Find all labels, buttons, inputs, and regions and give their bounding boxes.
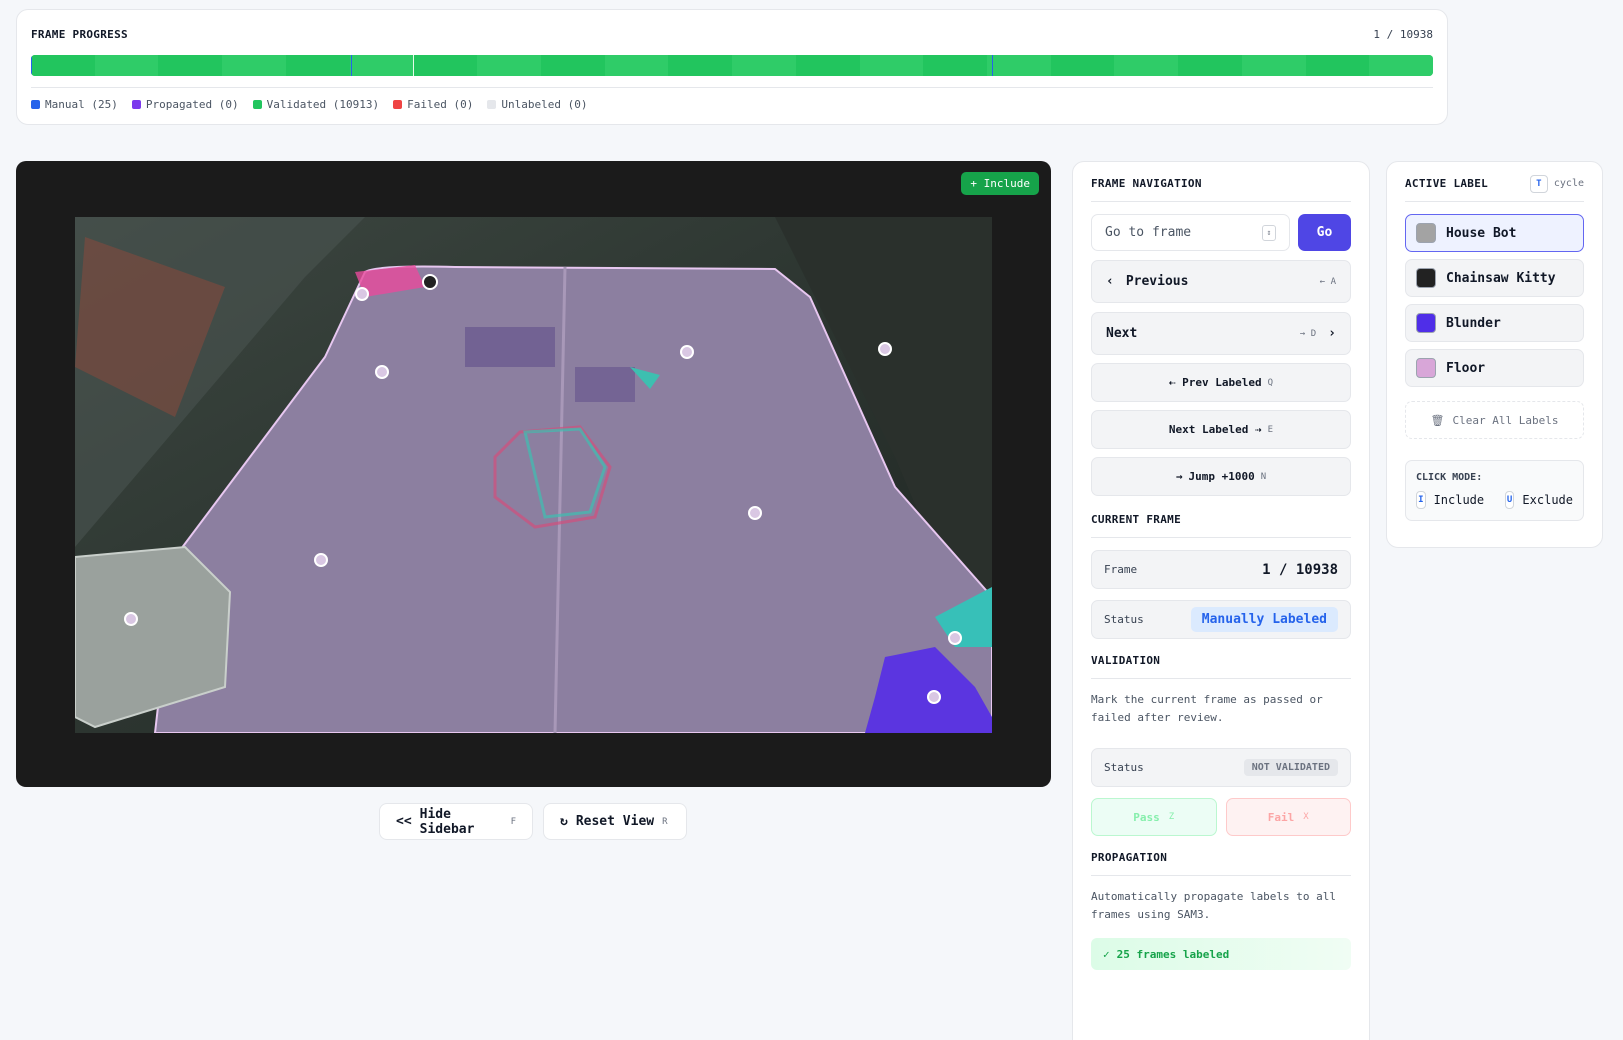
- frame-navigation-title: FRAME NAVIGATION: [1091, 177, 1202, 190]
- next-button[interactable]: Next → D ›: [1091, 312, 1351, 355]
- frame-viewer[interactable]: + Include: [16, 161, 1051, 787]
- next-labeled-key: E: [1267, 424, 1274, 435]
- next-label: Next: [1106, 326, 1138, 341]
- cycle-key: T: [1529, 174, 1548, 193]
- progress-marker: [351, 55, 352, 76]
- label-name: Chainsaw Kitty: [1446, 270, 1556, 286]
- active-label-panel: ACTIVE LABEL T cycle House Bot Chainsaw …: [1386, 161, 1603, 548]
- trash-icon: 🗑: [1430, 413, 1445, 427]
- go-button[interactable]: Go: [1298, 214, 1351, 251]
- fail-key: X: [1303, 812, 1309, 822]
- cycle-hint: T cycle: [1529, 174, 1584, 193]
- frame-progress-title: FRAME PROGRESS: [31, 27, 128, 41]
- prev-labeled-button[interactable]: ⇠ Prev Labeled Q: [1091, 363, 1351, 402]
- hide-sidebar-key: F: [510, 816, 516, 827]
- label-name: House Bot: [1446, 225, 1517, 241]
- reset-view-key: R: [662, 816, 668, 827]
- prev-labeled-key: Q: [1267, 377, 1274, 388]
- label-name: Blunder: [1446, 315, 1501, 331]
- jump-button[interactable]: → Jump +1000 N: [1091, 457, 1351, 496]
- prev-labeled-label: ⇠ Prev Labeled: [1168, 376, 1262, 389]
- status-badge: Manually Labeled: [1190, 607, 1338, 632]
- fail-label: Fail: [1267, 810, 1295, 824]
- color-swatch: [1416, 313, 1436, 333]
- chevron-right-icon: ›: [1328, 326, 1336, 341]
- frame-status-row: Status Manually Labeled: [1091, 600, 1351, 639]
- exclude-key[interactable]: U: [1504, 491, 1515, 509]
- legend-failed: Failed (0): [393, 98, 473, 111]
- previous-button[interactable]: ‹ Previous ← A: [1091, 260, 1351, 303]
- label-chainsaw-kitty[interactable]: Chainsaw Kitty: [1405, 259, 1584, 297]
- progress-marker: [992, 55, 993, 76]
- jump-key: N: [1260, 471, 1267, 482]
- clear-all-label: Clear All Labels: [1452, 413, 1559, 427]
- label-blunder[interactable]: Blunder: [1405, 304, 1584, 342]
- validation-title: VALIDATION: [1091, 654, 1161, 667]
- pass-key: Z: [1168, 812, 1175, 822]
- active-label-title: ACTIVE LABEL: [1405, 177, 1489, 190]
- propagation-description: Automatically propagate labels to all fr…: [1091, 890, 1337, 921]
- frames-labeled-banner: ✓ 25 frames labeled: [1091, 938, 1351, 970]
- next-key: → D: [1299, 328, 1317, 339]
- arrow-right-icon: →: [1175, 470, 1183, 483]
- status-label: Status: [1104, 613, 1144, 626]
- include-key[interactable]: I: [1416, 491, 1426, 509]
- rotate-icon: ↻: [560, 814, 568, 829]
- hide-sidebar-label: Hide Sidebar: [419, 806, 475, 837]
- color-swatch: [1416, 268, 1436, 288]
- click-mode-title: CLICK MODE:: [1416, 472, 1483, 483]
- next-labeled-label: Next Labeled ⇢: [1168, 423, 1262, 436]
- progress-marker: [31, 55, 32, 76]
- frame-progress-card: FRAME PROGRESS 1 / 10938 Manual (25) Pro…: [16, 9, 1448, 125]
- current-frame-title: CURRENT FRAME: [1091, 513, 1181, 526]
- legend-manual: Manual (25): [31, 98, 118, 111]
- frame-image[interactable]: [75, 217, 992, 733]
- jump-label: Jump +1000: [1188, 470, 1255, 483]
- legend-unlabeled: Unlabeled (0): [487, 98, 588, 111]
- frame-progress-bar[interactable]: [31, 55, 1433, 76]
- cycle-text: cycle: [1553, 178, 1584, 189]
- pass-label: Pass: [1133, 810, 1160, 824]
- color-swatch: [1416, 358, 1436, 378]
- current-frame-row: Frame 1 / 10938: [1091, 550, 1351, 589]
- goto-frame-input[interactable]: Go to frame ⇕: [1091, 214, 1290, 251]
- legend-propagated: Propagated (0): [131, 98, 239, 111]
- previous-key: ← A: [1319, 276, 1336, 287]
- legend-validated: Validated (10913): [252, 98, 379, 111]
- exclude-mode-label[interactable]: Exclude: [1522, 493, 1573, 507]
- progress-legend: Manual (25) Propagated (0) Validated (10…: [31, 98, 1433, 111]
- click-mode-box: CLICK MODE: I Include U Exclude: [1405, 460, 1584, 521]
- reset-view-button[interactable]: ↻ Reset View R: [543, 803, 687, 840]
- chevron-left-icon: ‹: [1106, 274, 1114, 289]
- frame-navigation-panel: FRAME NAVIGATION Go to frame ⇕ Go ‹ Previ…: [1072, 161, 1370, 1040]
- fail-button[interactable]: Fail X: [1225, 798, 1351, 836]
- frames-labeled-text: 25 frames labeled: [1116, 947, 1230, 961]
- validation-status-label: Status: [1104, 761, 1144, 774]
- progress-marker: [413, 55, 414, 76]
- goto-frame-placeholder: Go to frame: [1105, 225, 1192, 240]
- double-chevron-left-icon: <<: [396, 814, 412, 829]
- hide-sidebar-button[interactable]: << Hide Sidebar F: [379, 803, 533, 840]
- frame-label: Frame: [1104, 563, 1138, 576]
- frame-value: 1 / 10938: [1262, 561, 1338, 578]
- include-mode-badge: + Include: [961, 172, 1039, 195]
- propagation-title: PROPAGATION: [1091, 851, 1168, 864]
- spinner-icon[interactable]: ⇕: [1262, 224, 1276, 241]
- clear-all-labels-button[interactable]: 🗑 Clear All Labels: [1405, 401, 1584, 439]
- label-name: Floor: [1446, 360, 1486, 376]
- label-house-bot[interactable]: House Bot: [1405, 214, 1584, 252]
- validation-status-badge: NOT VALIDATED: [1243, 759, 1338, 776]
- label-floor[interactable]: Floor: [1405, 349, 1584, 387]
- next-labeled-button[interactable]: Next Labeled ⇢ E: [1091, 410, 1351, 449]
- include-mode-label[interactable]: Include: [1434, 493, 1485, 507]
- pass-button[interactable]: Pass Z: [1091, 798, 1217, 836]
- validation-status-row: Status NOT VALIDATED: [1091, 748, 1351, 787]
- check-icon: ✓: [1103, 947, 1110, 961]
- reset-view-label: Reset View: [575, 814, 655, 829]
- color-swatch: [1416, 223, 1436, 243]
- previous-label: Previous: [1125, 274, 1189, 289]
- frame-progress-counter: 1 / 10938: [1373, 27, 1433, 41]
- validation-description: Mark the current frame as passed or fail…: [1091, 693, 1323, 724]
